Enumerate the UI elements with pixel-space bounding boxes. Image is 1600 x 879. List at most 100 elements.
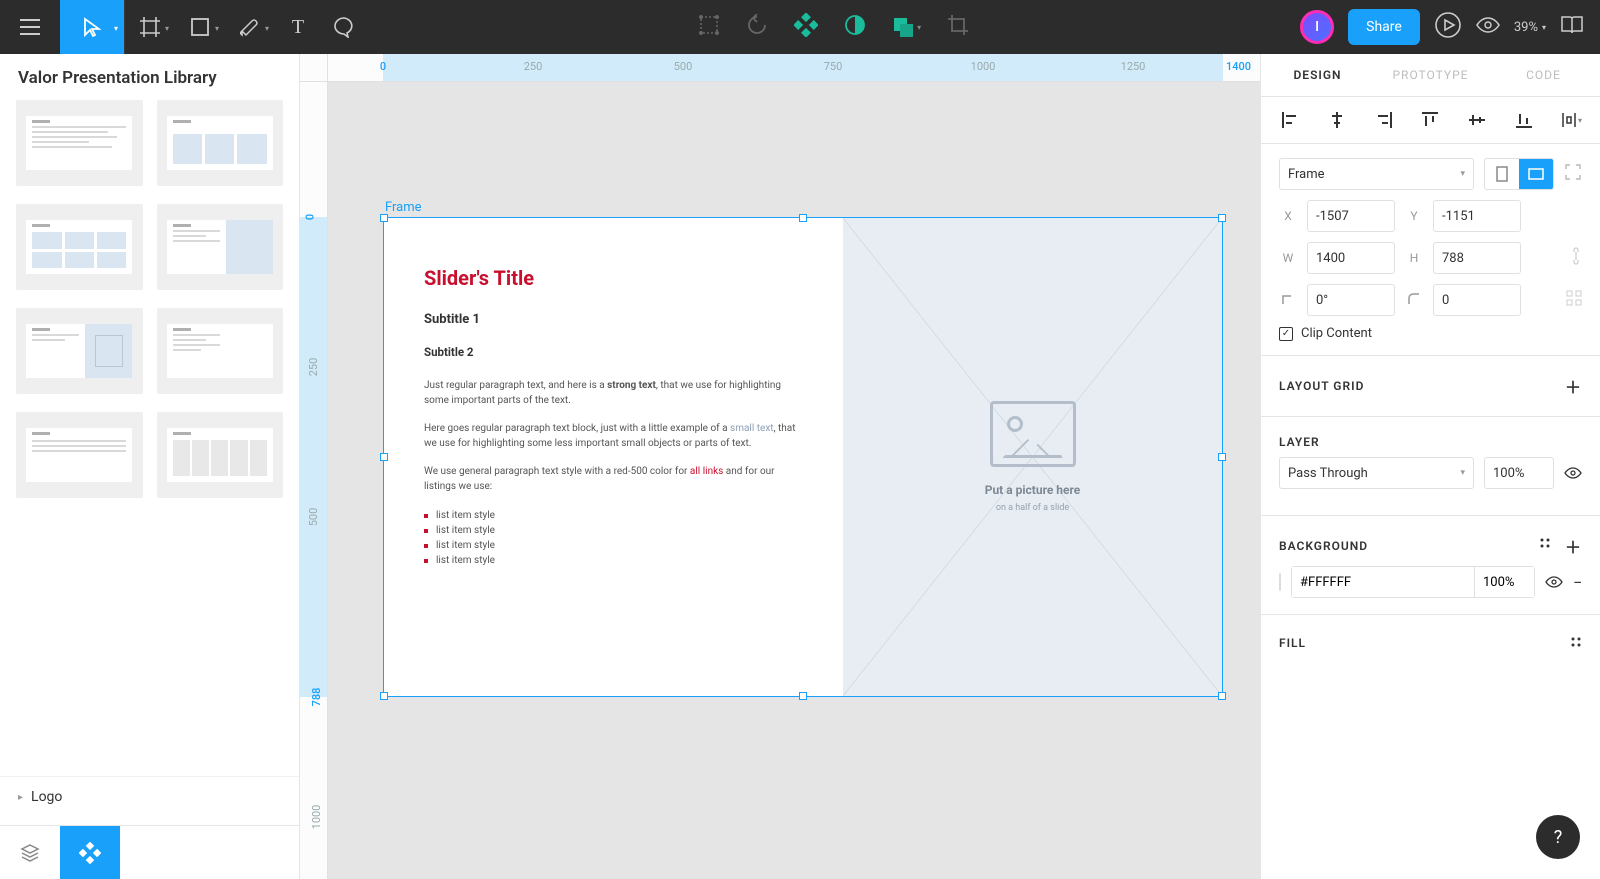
background-opacity-input[interactable] [1474,567,1534,597]
frame-tool[interactable]: ▾ [125,0,175,54]
component-icon[interactable] [794,13,818,41]
thumb-2[interactable] [157,100,284,186]
placeholder-title: Put a picture here [985,483,1081,497]
h-label: H [1405,251,1423,265]
layer-section-header: LAYER [1261,417,1600,457]
fill-style-button[interactable] [1570,633,1582,652]
x-label: X [1279,209,1297,223]
thumb-4[interactable] [157,204,284,290]
orientation-toggle[interactable] [1484,158,1554,190]
boolean-icon[interactable]: ▾ [892,16,921,38]
add-background-button[interactable]: ＋ [1565,534,1582,558]
background-swatch[interactable] [1279,573,1281,591]
text-tool[interactable]: T [275,0,321,54]
remove-background-button[interactable]: − [1573,573,1582,592]
align-left-icon[interactable] [1279,109,1301,131]
y-label: Y [1405,209,1423,223]
list-item: list item style [424,553,803,568]
tab-design[interactable]: DESIGN [1261,54,1374,96]
resize-handle-bm[interactable] [799,692,807,700]
blend-mode-dropdown[interactable]: Pass Through▾ [1279,457,1474,489]
clip-content-checkbox[interactable]: ✓ Clip Content [1279,326,1372,341]
alignment-row: ▾ [1261,97,1600,144]
tab-code[interactable]: CODE [1487,54,1600,96]
comment-tool[interactable] [321,0,367,54]
x-input[interactable] [1307,200,1395,232]
resize-handle-tr[interactable] [1218,214,1226,222]
align-right-icon[interactable] [1373,109,1395,131]
add-layout-grid-button[interactable]: ＋ [1565,374,1582,398]
user-avatar[interactable]: I [1300,10,1334,44]
image-icon [990,401,1076,467]
slide-subtitle-2: Subtitle 2 [424,345,803,359]
component-thumbnails [0,96,299,776]
list-item: list item style [424,508,803,523]
assets-panel-button[interactable] [60,826,120,879]
background-hex-input[interactable] [1292,567,1474,597]
resize-handle-br[interactable] [1218,692,1226,700]
top-toolbar: ▾ ▾ ▾ ▾ T ▾ I Share 39%▾ [0,0,1600,54]
thumb-3[interactable] [16,204,143,290]
thumb-7[interactable] [16,412,143,498]
left-panel: Valor Presentation Library Logo [0,54,300,879]
distribute-icon[interactable]: ▾ [1560,109,1582,131]
align-top-icon[interactable] [1419,109,1441,131]
w-label: W [1279,251,1297,265]
radius-input[interactable] [1433,284,1521,316]
background-style-button[interactable] [1539,534,1551,558]
frame-label[interactable]: Frame [385,200,422,215]
layer-opacity-input[interactable] [1484,457,1554,489]
resize-handle-ml[interactable] [380,453,388,461]
present-button[interactable] [1434,11,1462,43]
mask-icon[interactable] [844,14,866,40]
w-input[interactable] [1307,242,1395,274]
h-input[interactable] [1433,242,1521,274]
resize-handle-tm[interactable] [799,214,807,222]
layer-visibility-icon[interactable] [1564,464,1582,483]
canvas[interactable]: 0 250 500 750 1000 1250 1400 0 250 500 7… [300,54,1260,879]
resize-handle-mr[interactable] [1218,453,1226,461]
slide-list: list item style list item style list ite… [424,508,803,568]
page-item-logo[interactable]: Logo [18,785,281,809]
independent-corners-icon[interactable] [1566,290,1582,310]
move-tool[interactable]: ▾ [60,0,124,54]
align-bottom-icon[interactable] [1513,109,1535,131]
reset-icon[interactable] [746,14,768,40]
selected-frame[interactable]: Slider's Title Subtitle 1 Subtitle 2 Jus… [383,217,1223,697]
resize-fit-icon[interactable] [1564,163,1582,185]
layers-panel-button[interactable] [0,826,60,879]
inspector-panel: DESIGN PROTOTYPE CODE ▾ Frame▾ X Y W [1260,54,1600,879]
help-button[interactable]: ? [1536,815,1580,859]
resize-handle-bl[interactable] [380,692,388,700]
fill-section-header: FILL [1261,615,1600,670]
share-button[interactable]: Share [1348,9,1420,45]
constrain-proportions-icon[interactable] [1570,246,1582,270]
portrait-option[interactable] [1485,159,1519,189]
landscape-option[interactable] [1519,159,1553,189]
shape-tool[interactable]: ▾ [175,0,225,54]
thumb-8[interactable] [157,412,284,498]
rotation-input[interactable] [1307,284,1395,316]
main-menu-button[interactable] [0,0,60,54]
y-input[interactable] [1433,200,1521,232]
view-settings-icon[interactable] [1476,17,1500,37]
background-section-header: BACKGROUND ＋ [1261,516,1600,566]
crop-icon[interactable] [947,14,969,40]
frame-preset-dropdown[interactable]: Frame▾ [1279,158,1474,190]
resize-handle-tl[interactable] [380,214,388,222]
align-vcenter-icon[interactable] [1466,109,1488,131]
pen-tool[interactable]: ▾ [225,0,275,54]
slide-para-2: Here goes regular paragraph text block, … [424,422,803,451]
thumb-6[interactable] [157,308,284,394]
slide-title: Slider's Title [424,266,803,290]
edit-object-icon[interactable] [698,14,720,40]
thumb-5[interactable] [16,308,143,394]
thumb-1[interactable] [16,100,143,186]
background-visibility-icon[interactable] [1545,573,1563,592]
tab-prototype[interactable]: PROTOTYPE [1374,54,1487,96]
zoom-dropdown[interactable]: 39%▾ [1514,20,1546,35]
slide-para-3: We use general paragraph text style with… [424,465,803,494]
list-item: list item style [424,523,803,538]
library-icon[interactable] [1560,15,1584,39]
align-hcenter-icon[interactable] [1326,109,1348,131]
